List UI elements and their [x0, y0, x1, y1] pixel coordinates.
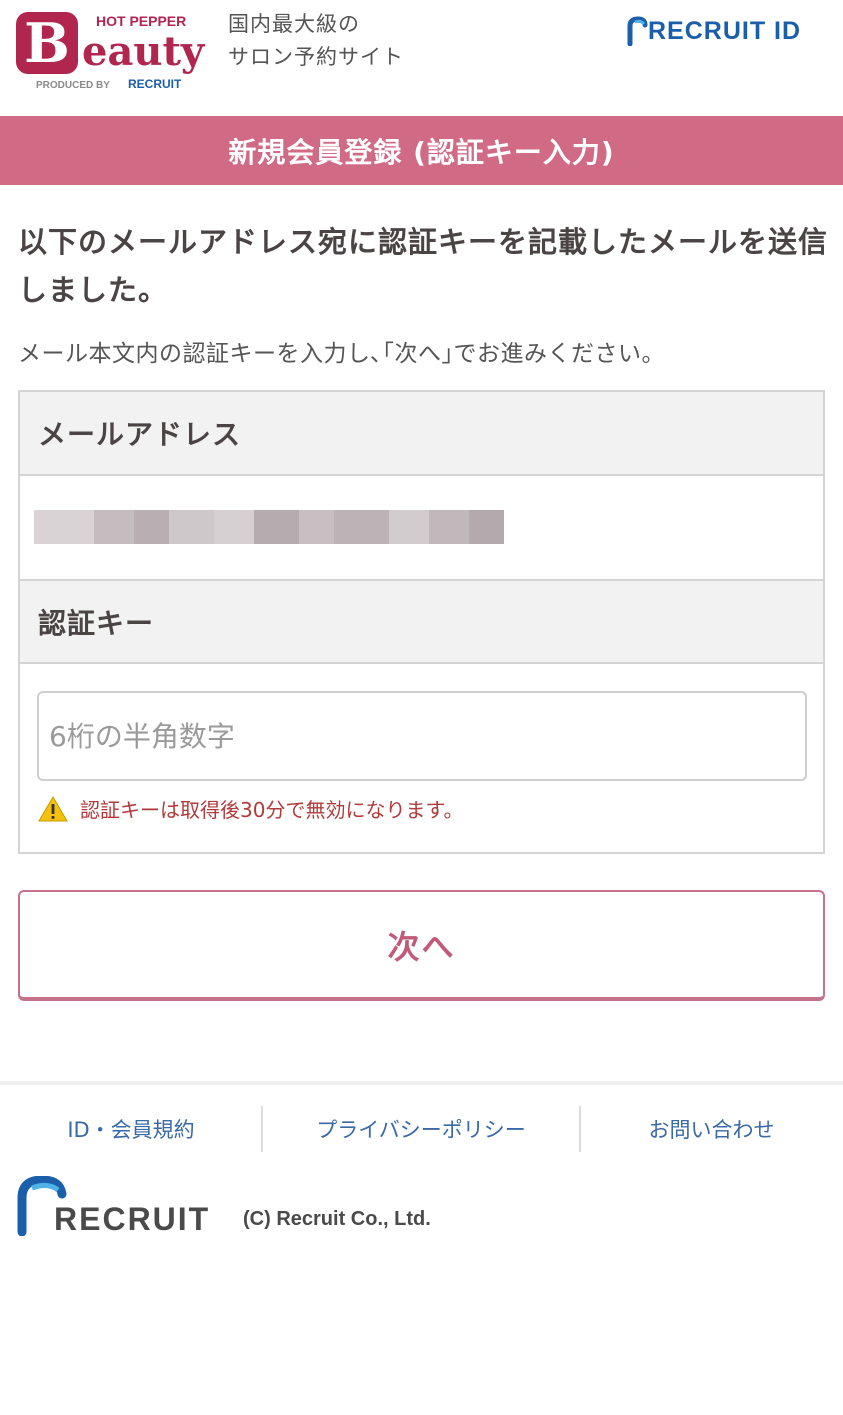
recruit-footer-logo[interactable]: RECRUIT	[16, 1176, 228, 1236]
tagline-line-2: サロン予約サイト	[228, 45, 404, 69]
next-button[interactable]: 次へ	[18, 890, 825, 1001]
footer-link-terms[interactable]: ID・会員規約	[0, 1106, 262, 1152]
brand-initial: B	[24, 11, 70, 75]
tagline-line-1: 国内最大級の	[228, 12, 360, 36]
warning-triangle-icon	[38, 795, 68, 821]
page-title: 新規会員登録 (認証キー入力)	[228, 135, 615, 169]
auth-key-label: 認証キー	[20, 579, 823, 664]
brand-produced: PRODUCED BY	[36, 80, 110, 91]
warning-text: 認証キーは取得後30分で無効になります。	[80, 798, 464, 822]
recruit-logo-text: RECRUIT	[54, 1201, 210, 1236]
recruit-swoosh-icon	[627, 16, 648, 46]
site-tagline: 国内最大級の サロン予約サイト	[228, 8, 404, 74]
brand-rest: eauty	[82, 28, 206, 75]
footer-link-privacy[interactable]: プライバシーポリシー	[262, 1106, 580, 1152]
copyright-text: (C) Recruit Co., Ltd.	[243, 1208, 431, 1230]
expiry-warning: 認証キーは取得後30分で無効になります。	[38, 794, 463, 823]
lead-message: 以下のメールアドレス宛に認証キーを記載したメールを送信しました。	[18, 225, 829, 307]
page-title-bar: 新規会員登録 (認証キー入力)	[0, 116, 843, 185]
email-value-redacted	[34, 510, 504, 544]
email-label: メールアドレス	[20, 392, 823, 476]
footer-divider	[0, 1081, 843, 1085]
site-header: B HOT PEPPER eauty PRODUCED BY RECRUIT 国…	[0, 0, 843, 115]
recruit-id-logo[interactable]: RECRUIT ID	[626, 14, 801, 48]
instruction-text: メール本文内の認証キーを入力し､｢次へ｣でお進みください。	[18, 341, 665, 367]
auth-key-input[interactable]	[37, 691, 807, 781]
recruit-id-label: RECRUIT ID	[648, 16, 802, 45]
footer-links: ID・会員規約 プライバシーポリシー お問い合わせ	[0, 1106, 843, 1152]
footer-link-contact[interactable]: お問い合わせ	[580, 1106, 843, 1152]
brand-produced-logo: RECRUIT	[128, 77, 182, 91]
registration-form: メールアドレス 認証キー 認証キーは取得後30分で無効になります。	[18, 390, 825, 854]
hotpepper-beauty-logo[interactable]: B HOT PEPPER eauty PRODUCED BY RECRUIT	[16, 10, 221, 92]
brand-small: HOT PEPPER	[96, 13, 186, 29]
